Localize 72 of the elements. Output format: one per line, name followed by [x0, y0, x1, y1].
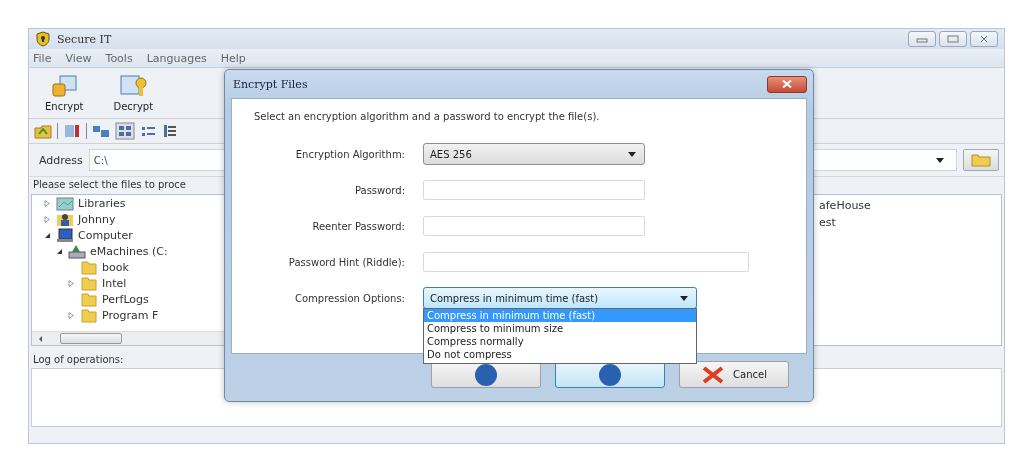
libraries-icon	[56, 195, 74, 211]
tree-item[interactable]: Program F	[102, 308, 159, 322]
dropdown-arrow-icon	[680, 295, 688, 301]
folder-up-icon[interactable]	[34, 123, 52, 139]
folder-icon	[80, 275, 98, 291]
password-field[interactable]	[423, 180, 645, 200]
decrypt-button[interactable]: Decrypt	[107, 72, 160, 114]
minimize-button[interactable]	[908, 31, 936, 47]
tree-item[interactable]: Intel	[102, 276, 127, 290]
dropdown-option[interactable]: Compress to minimum size	[424, 322, 696, 335]
user-icon	[56, 211, 74, 227]
list-icon[interactable]	[63, 123, 81, 139]
close-icon	[978, 35, 990, 43]
collapse-arrow-icon[interactable]	[56, 247, 63, 255]
horizontal-scrollbar[interactable]	[32, 331, 224, 345]
dialog-title: Encrypt Files	[233, 77, 308, 91]
collapse-arrow-icon[interactable]	[44, 231, 51, 239]
expand-arrow-icon[interactable]	[68, 311, 75, 319]
shield-icon	[35, 31, 51, 47]
tree-item[interactable]: eMachines (C:	[90, 244, 168, 258]
details-icon[interactable]	[163, 123, 177, 139]
drive-icon	[68, 243, 86, 259]
minimize-icon	[916, 35, 928, 43]
dialog-close-button[interactable]	[767, 75, 807, 93]
address-label: Address	[39, 153, 83, 167]
field-label: Compression Options:	[293, 292, 405, 304]
close-button[interactable]	[970, 31, 998, 47]
tree-item[interactable]: Libraries	[78, 196, 126, 210]
dropdown-arrow-icon	[936, 157, 944, 163]
log-label: Log of operations:	[32, 353, 125, 367]
hint-field[interactable]	[423, 252, 749, 272]
cancel-button[interactable]: Cancel	[679, 361, 789, 388]
close-icon	[782, 80, 792, 88]
scrollbar-thumb[interactable]	[60, 333, 122, 344]
folder-icon	[80, 259, 98, 275]
dropdown-arrow-icon	[628, 151, 636, 157]
dropdown-option[interactable]: Compress normally	[424, 335, 696, 348]
tree-item[interactable]: book	[102, 260, 129, 274]
folder-icon	[80, 291, 98, 307]
dropdown[interactable]: AES 256	[423, 143, 645, 165]
field-label: Encryption Algorithm:	[294, 148, 405, 160]
file-name[interactable]: est	[819, 216, 836, 233]
tree-item[interactable]: Computer	[78, 228, 133, 242]
tree-item[interactable]: PerfLogs	[102, 292, 149, 306]
menu-item[interactable]: Languages	[146, 51, 207, 65]
browse-button[interactable]	[963, 149, 999, 171]
menu-item[interactable]: View	[65, 51, 92, 65]
menu-item[interactable]: File	[33, 51, 52, 65]
expand-arrow-icon[interactable]	[44, 215, 51, 223]
field-label: Password Hint (Riddle):	[287, 256, 405, 268]
folder-icon	[80, 307, 98, 323]
computer-icon	[56, 227, 74, 243]
maximize-button[interactable]	[939, 31, 967, 47]
encrypt-button[interactable]: Encrypt	[39, 72, 90, 114]
menu-item[interactable]: Tools	[105, 51, 133, 65]
tree-item[interactable]: Johnny	[78, 212, 116, 226]
maximize-icon	[947, 35, 959, 43]
cross-icon	[701, 364, 726, 385]
window-title: Secure IT	[57, 32, 112, 46]
password-field[interactable]	[423, 216, 645, 236]
large-icons-icon[interactable]	[92, 123, 110, 139]
field-label: Reenter Password:	[311, 220, 405, 232]
expand-arrow-icon[interactable]	[68, 279, 75, 287]
field-label: Password:	[353, 184, 405, 196]
dropdown-option[interactable]: Do not compress	[424, 348, 696, 361]
dialog-instructions: Select an encryption algorithm and a password to encrypt the file(s).	[253, 111, 601, 122]
expand-arrow-icon[interactable]	[44, 199, 51, 207]
menu-item[interactable]: Help	[220, 51, 246, 65]
file-name[interactable]: afeHouse	[819, 199, 871, 216]
document-key-icon	[119, 74, 148, 98]
folder-icon	[971, 153, 991, 167]
tiles-icon[interactable]	[115, 122, 135, 140]
